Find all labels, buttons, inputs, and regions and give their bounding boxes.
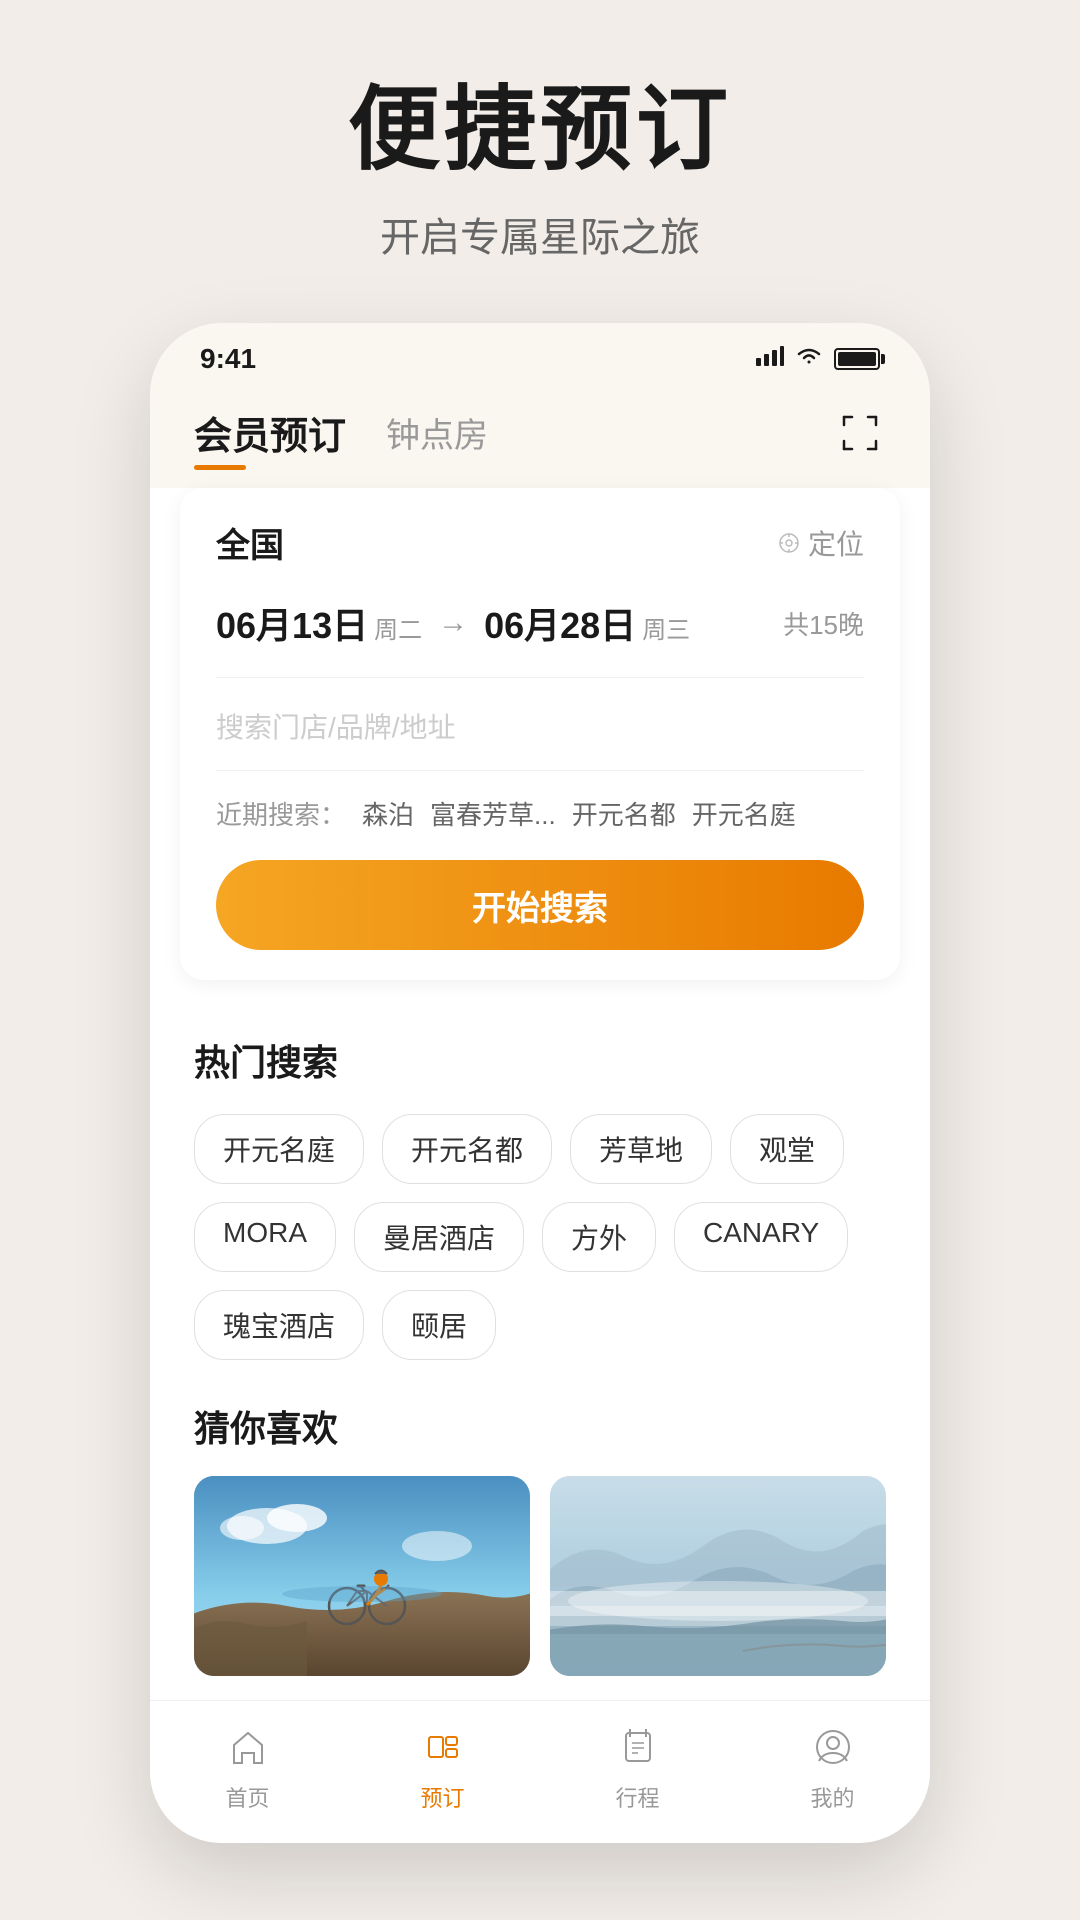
- battery-icon: [834, 348, 880, 370]
- recommend-card-1[interactable]: [194, 1476, 530, 1676]
- hot-tag-6[interactable]: 方外: [542, 1202, 656, 1272]
- location-text[interactable]: 全国: [216, 518, 284, 567]
- itinerary-icon: [612, 1721, 664, 1773]
- recent-tag-3[interactable]: 开元名都: [572, 795, 676, 832]
- page-subtitle: 开启专属星际之旅: [60, 205, 1020, 263]
- hot-tag-5[interactable]: 曼居酒店: [354, 1202, 524, 1272]
- search-button[interactable]: 开始搜索: [216, 860, 864, 950]
- page-title: 便捷预订: [60, 80, 1020, 181]
- signal-icon: [756, 346, 784, 372]
- hot-tag-4[interactable]: MORA: [194, 1202, 336, 1272]
- nights-count: 共15晚: [783, 605, 864, 642]
- search-input-row[interactable]: 搜索门店/品牌/地址: [216, 706, 864, 771]
- nav-item-itinerary[interactable]: 行程: [612, 1721, 664, 1813]
- header-tabs: 会员预订 钟点房: [194, 405, 488, 460]
- tab-hourly-room[interactable]: 钟点房: [386, 408, 488, 457]
- recent-tag-1[interactable]: 森泊: [362, 795, 414, 832]
- page-header: 便捷预订 开启专属星际之旅: [0, 0, 1080, 303]
- recent-searches: 近期搜索： 森泊 富春芳草... 开元名都 开元名庭: [216, 795, 864, 832]
- nav-label-profile: 我的: [810, 1781, 854, 1813]
- location-label: 定位: [808, 523, 864, 563]
- scan-icon[interactable]: [834, 407, 886, 459]
- nav-label-booking: 预订: [420, 1781, 464, 1813]
- status-time: 9:41: [200, 343, 256, 375]
- status-bar: 9:41: [150, 323, 930, 385]
- hot-tag-2[interactable]: 芳草地: [570, 1114, 712, 1184]
- booking-icon: [417, 1721, 469, 1773]
- recommend-card-2[interactable]: [550, 1476, 886, 1676]
- recommend-cards: [194, 1476, 886, 1676]
- date-start-section: 06月13日 周二: [216, 597, 422, 649]
- recommend-title: 猜你喜欢: [194, 1400, 886, 1452]
- phone-mockup: 9:41: [150, 323, 930, 1843]
- date-arrow: →: [438, 606, 468, 640]
- date-end-section: 06月28日 周三: [484, 597, 690, 649]
- date-start-day: 周二: [374, 610, 422, 645]
- recent-tag-4[interactable]: 开元名庭: [692, 795, 796, 832]
- hot-tag-8[interactable]: 瑰宝酒店: [194, 1290, 364, 1360]
- hot-search-section: 热门搜索 开元名庭开元名都芳草地观堂 MORA 曼居酒店方外 CANARY 瑰宝酒店颐居: [150, 1004, 930, 1360]
- hot-tag-3[interactable]: 观堂: [730, 1114, 844, 1184]
- nav-item-home[interactable]: 首页: [222, 1721, 274, 1813]
- recent-label: 近期搜索：: [216, 795, 346, 832]
- date-end: 06月28日: [484, 597, 636, 649]
- nav-label-home: 首页: [225, 1781, 269, 1813]
- wifi-icon: [796, 346, 822, 372]
- hot-tag-0[interactable]: 开元名庭: [194, 1114, 364, 1184]
- date-row[interactable]: 06月13日 周二 → 06月28日 周三 共15晚: [216, 597, 864, 678]
- profile-icon: [807, 1721, 859, 1773]
- location-button[interactable]: 定位: [778, 523, 864, 563]
- search-card: 全国 定位 06月13日 周二 →: [180, 488, 900, 980]
- hot-search-tags: 开元名庭开元名都芳草地观堂 MORA 曼居酒店方外 CANARY 瑰宝酒店颐居: [194, 1114, 886, 1360]
- hot-search-title: 热门搜索: [194, 1034, 886, 1086]
- date-end-day: 周三: [642, 610, 690, 645]
- nav-label-itinerary: 行程: [615, 1781, 659, 1813]
- app-header: 会员预订 钟点房: [150, 385, 930, 488]
- location-row: 全国 定位: [216, 518, 864, 567]
- recommendations-section: 猜你喜欢: [150, 1390, 930, 1676]
- date-start: 06月13日: [216, 597, 368, 649]
- hot-tag-1[interactable]: 开元名都: [382, 1114, 552, 1184]
- search-btn-label: 开始搜索: [472, 881, 608, 930]
- recent-tag-2[interactable]: 富春芳草...: [430, 795, 556, 832]
- search-placeholder: 搜索门店/品牌/地址: [216, 706, 456, 746]
- hot-tag-9[interactable]: 颐居: [382, 1290, 496, 1360]
- bottom-nav: 首页 预订: [150, 1700, 930, 1843]
- tab-member-booking[interactable]: 会员预订: [194, 405, 346, 460]
- nav-item-profile[interactable]: 我的: [807, 1721, 859, 1813]
- status-icons: [756, 346, 880, 372]
- hot-tag-7[interactable]: CANARY: [674, 1202, 848, 1272]
- home-icon: [222, 1721, 274, 1773]
- nav-item-booking[interactable]: 预订: [417, 1721, 469, 1813]
